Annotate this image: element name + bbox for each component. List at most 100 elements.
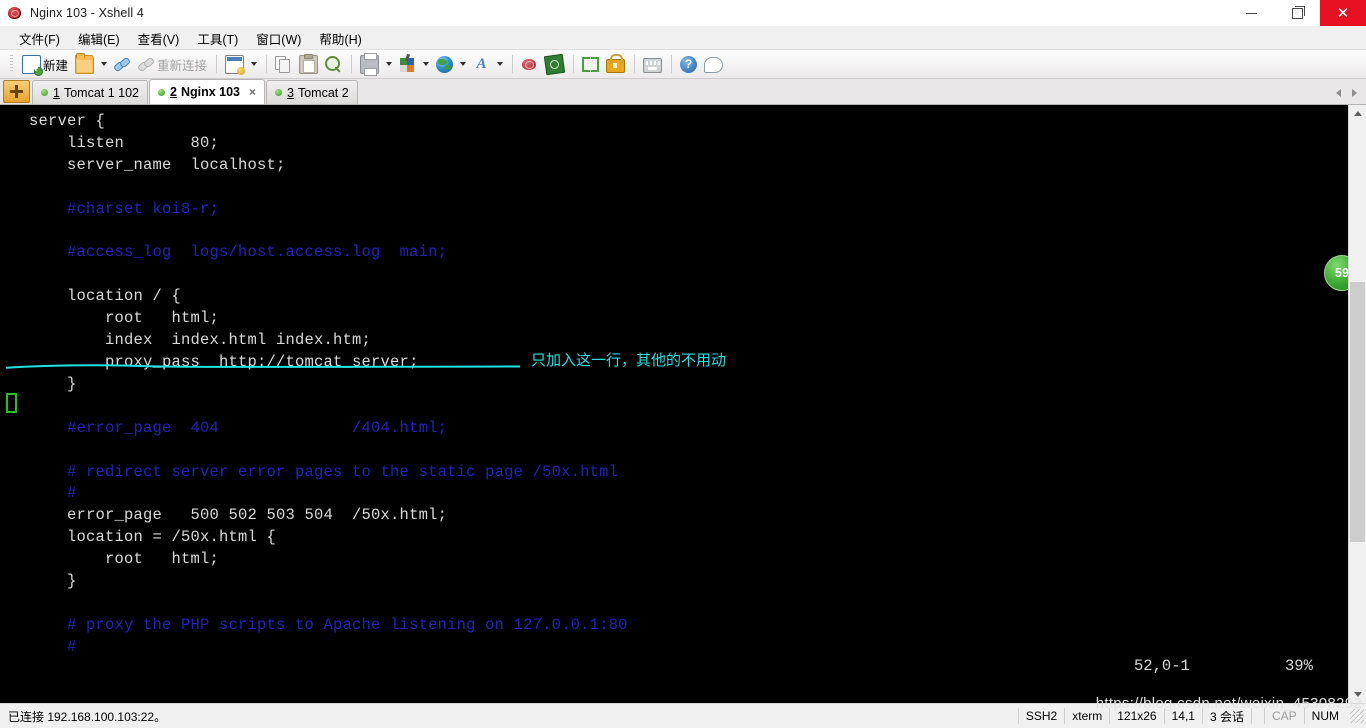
tab-close-icon[interactable]: × [249, 86, 256, 98]
copy-button[interactable] [272, 52, 295, 76]
tab-scroll-right-icon[interactable] [1346, 84, 1362, 102]
copy-icon [275, 55, 292, 73]
search-icon [325, 55, 342, 73]
scrollbar-thumb[interactable] [1350, 282, 1365, 542]
status-spacer [1250, 708, 1264, 724]
status-indicators: SSH2 xterm 121x26 14,1 3 会话 CAP NUM [1017, 704, 1366, 728]
menu-help[interactable]: 帮助(H) [310, 27, 370, 50]
close-button[interactable]: ✕ [1320, 0, 1366, 26]
annotation-note: 只加入这一行，其他的不用动 [531, 352, 727, 369]
terminal-line: # redirect server error pages to the sta… [67, 462, 619, 481]
open-session-dropdown-icon[interactable] [101, 62, 108, 66]
font-icon: A [476, 55, 487, 72]
connection-status: 已连接 192.168.100.103:22。 [8, 709, 167, 724]
window-title: Nginx 103 - Xshell 4 [30, 6, 144, 20]
maximize-restore-button[interactable] [1274, 0, 1320, 26]
file-transfer-icon [543, 53, 566, 75]
terminal-line: root html; [105, 309, 220, 328]
open-session-button[interactable] [72, 52, 97, 76]
tab-label: Nginx 103 [180, 85, 241, 99]
terminal-screen[interactable]: server { listen 80; server_name localhos… [0, 105, 1348, 703]
tab-nginx-103[interactable]: 2 Nginx 103 × [149, 79, 266, 104]
minimize-button[interactable] [1228, 0, 1274, 26]
tab-navigation [1330, 81, 1366, 104]
keyboard-button[interactable] [640, 52, 665, 76]
menu-bar: 文件(F) 编辑(E) 查看(V) 工具(T) 窗口(W) 帮助(H) [0, 27, 1366, 49]
toolbar-separator [573, 55, 575, 73]
toolbar-separator [351, 55, 353, 73]
reconnect-button[interactable]: 重新连接 [135, 52, 210, 76]
terminal-line: location = /50x.html { [67, 528, 277, 547]
print-dropdown-icon[interactable] [386, 62, 393, 66]
toolbar-separator [671, 55, 673, 73]
terminal-line: # [67, 484, 77, 503]
lock-button[interactable] [603, 52, 628, 76]
menu-window[interactable]: 窗口(W) [247, 27, 310, 50]
terminal-line: error_page 500 502 503 504 /50x.html; [67, 506, 448, 525]
folder-open-icon [75, 52, 95, 74]
zmodem-receive-button[interactable] [518, 52, 541, 76]
color-scheme-button[interactable] [396, 52, 419, 76]
feedback-button[interactable] [701, 52, 726, 76]
toolbar-separator [216, 55, 218, 73]
scroll-down-icon[interactable] [1349, 686, 1366, 703]
tab-scroll-left-icon[interactable] [1330, 84, 1346, 102]
properties-dropdown-icon[interactable] [251, 62, 258, 66]
find-button[interactable] [322, 52, 345, 76]
menu-tools[interactable]: 工具(T) [188, 27, 247, 50]
vim-cursor [6, 393, 17, 413]
disconnect-icon [136, 56, 156, 73]
tab-number: 3 [287, 85, 294, 100]
tab-status-icon [158, 88, 165, 96]
menu-edit[interactable]: 编辑(E) [69, 27, 129, 50]
status-term-type: xterm [1064, 708, 1109, 724]
tab-status-icon [275, 89, 283, 96]
toolbar-grip[interactable] [10, 55, 13, 73]
terminal-line: location / { [67, 287, 182, 306]
tab-bar: 1 Tomcat 1 102 2 Nginx 103 × 3 Tomcat 2 [0, 79, 1366, 105]
resize-grip[interactable] [1350, 709, 1364, 723]
fullscreen-button[interactable] [579, 52, 602, 76]
menu-file[interactable]: 文件(F) [10, 27, 69, 50]
paste-button[interactable] [296, 52, 321, 76]
menu-view[interactable]: 查看(V) [129, 27, 189, 50]
status-cursor: 14,1 [1163, 708, 1202, 724]
zmodem-icon [521, 56, 538, 73]
terminal-scrollbar[interactable] [1348, 105, 1366, 703]
web-dropdown-icon[interactable] [460, 62, 467, 66]
new-session-button[interactable]: 新建 [19, 52, 71, 76]
toolbar: 新建 重新连接 A ? [0, 49, 1366, 79]
print-button[interactable] [357, 52, 382, 76]
tab-tomcat-2[interactable]: 3 Tomcat 2 [266, 80, 358, 104]
terminal-line: #charset koi8-r; [67, 199, 220, 218]
window-controls: ✕ [1228, 0, 1366, 26]
scrollbar-track[interactable] [1349, 122, 1366, 686]
keyboard-icon [643, 57, 663, 73]
chat-icon [704, 57, 724, 73]
reconnect-label: 重新连接 [157, 58, 208, 73]
properties-icon [225, 54, 246, 75]
xshell-window: Nginx 103 - Xshell 4 ✕ 文件(F) 编辑(E) 查看(V)… [0, 0, 1366, 728]
font-button[interactable]: A [470, 52, 493, 76]
terminal-line: # proxy the PHP scripts to Apache listen… [67, 615, 628, 634]
connect-button[interactable] [111, 52, 134, 76]
status-num-lock: NUM [1303, 708, 1346, 724]
color-scheme-dropdown-icon[interactable] [423, 62, 430, 66]
font-dropdown-icon[interactable] [497, 62, 504, 66]
globe-icon [436, 55, 454, 73]
tab-label: Tomcat 2 [297, 85, 349, 100]
web-button[interactable] [433, 52, 456, 76]
scroll-up-icon[interactable] [1349, 105, 1366, 122]
file-transfer-button[interactable] [542, 52, 567, 76]
palette-icon [399, 56, 416, 73]
close-icon: ✕ [1336, 4, 1350, 22]
terminal-line: #access_log logs/host.access.log main; [67, 243, 448, 262]
help-button[interactable]: ? [677, 52, 700, 76]
new-session-label: 新建 [43, 58, 69, 73]
terminal-content: server { listen 80; server_name localhos… [0, 111, 1348, 659]
session-properties-button[interactable] [222, 52, 247, 76]
status-bar: https://blog.csdn.net/weixin_45308292 已连… [0, 695, 1366, 728]
tab-label: Tomcat 1 102 [63, 85, 139, 100]
new-tab-button[interactable] [3, 80, 30, 103]
tab-tomcat-1-102[interactable]: 1 Tomcat 1 102 [32, 80, 148, 104]
